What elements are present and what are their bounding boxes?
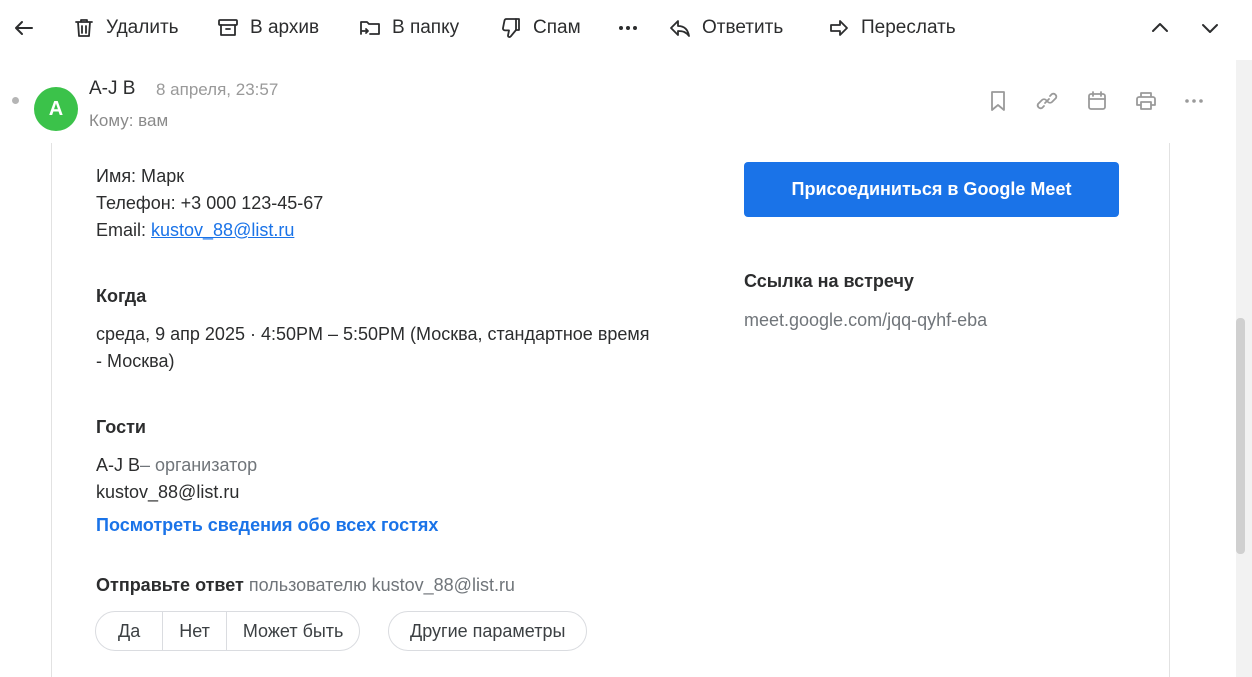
contact-phone: Телефон: +3 000 123-45-67 — [96, 193, 324, 213]
more-icon — [619, 26, 637, 30]
forward-label: Переслать — [861, 17, 956, 38]
email-link[interactable]: kustov_88@list.ru — [151, 220, 294, 240]
when-line-1: среда, 9 апр 2025 · 4:50PM – 5:50PM (Мос… — [96, 324, 650, 344]
forward-icon — [830, 20, 848, 36]
back-button[interactable] — [10, 12, 38, 44]
guest-1-name: A-J B — [96, 455, 141, 475]
reply-label: Ответить — [702, 17, 784, 38]
spam-label: Спам — [533, 17, 581, 38]
rsvp-maybe-button[interactable]: Может быть — [225, 612, 360, 650]
recipient-line[interactable]: Кому: вам — [89, 111, 168, 131]
reply-button[interactable]: Ответить — [668, 12, 783, 44]
more-icon — [1185, 99, 1203, 103]
view-all-guests-link[interactable]: Посмотреть сведения обо всех гостях — [96, 515, 438, 536]
calendar-icon — [1088, 91, 1106, 110]
scrollbar-thumb[interactable] — [1236, 318, 1245, 554]
contact-name: Имя: Марк — [96, 166, 185, 186]
archive-button[interactable]: В архив — [216, 12, 319, 44]
rsvp-yes-button[interactable]: Да — [96, 612, 162, 650]
forward-button[interactable]: Переслать — [827, 12, 956, 44]
message-date: 8 апреля, 23:57 — [156, 80, 279, 99]
reply-prompt: Отправьте ответ пользователю kustov_88@l… — [96, 575, 515, 596]
contact-email-line: Email: kustov_88@list.ru — [96, 220, 294, 241]
email-label: Email: — [96, 220, 152, 240]
chevron-up-icon — [1152, 23, 1168, 32]
toolbar: Удалить В архив В папку Спам Ответить Пе… — [0, 0, 1252, 56]
folder-move-icon — [360, 21, 380, 35]
when-heading: Когда — [96, 286, 147, 306]
meeting-link-url[interactable]: meet.google.com/jqq-qyhf-eba — [744, 310, 987, 331]
archive-label: В архив — [250, 17, 320, 38]
when-line-2: - Москва) — [96, 351, 175, 371]
more-actions-button[interactable] — [614, 12, 642, 44]
reply-heading: Отправьте ответ — [96, 575, 244, 595]
meeting-link-heading: Ссылка на встречу — [744, 271, 914, 291]
next-message-button[interactable] — [1196, 12, 1224, 44]
print-button[interactable] — [1132, 87, 1160, 115]
guests-heading: Гости — [96, 417, 146, 437]
add-to-calendar-button[interactable] — [1083, 87, 1111, 115]
avatar[interactable]: A — [34, 87, 78, 131]
guest-1-role: – организатор — [140, 455, 258, 475]
bookmark-icon — [991, 91, 1005, 111]
rsvp-other-options-button[interactable]: Другие параметры — [388, 611, 588, 651]
delete-label: Удалить — [106, 17, 179, 38]
join-google-meet-button[interactable]: Присоединиться в Google Meet — [744, 162, 1119, 217]
link-icon — [1036, 92, 1058, 110]
delete-button[interactable]: Удалить — [72, 12, 179, 44]
folder-label: В папку — [392, 17, 460, 38]
print-icon — [1136, 92, 1156, 110]
chevron-down-icon — [1202, 24, 1218, 33]
previous-message-button[interactable] — [1146, 12, 1174, 44]
guest-organizer: A-J B– организатор — [96, 455, 257, 476]
rsvp-group: Да Нет Может быть — [95, 611, 361, 651]
bookmark-button[interactable] — [984, 87, 1012, 115]
spam-button[interactable]: Спам — [499, 12, 581, 44]
more-header-button[interactable] — [1180, 87, 1208, 115]
reply-to: пользователю kustov_88@list.ru — [248, 575, 515, 595]
unread-dot — [12, 97, 19, 104]
reply-icon — [670, 20, 690, 37]
arrow-left-icon — [15, 21, 33, 35]
copy-link-button[interactable] — [1033, 87, 1061, 115]
rsvp-no-button[interactable]: Нет — [162, 612, 226, 650]
move-to-folder-button[interactable]: В папку — [358, 12, 459, 44]
archive-icon — [218, 19, 238, 36]
thumbs-down-icon — [502, 18, 520, 38]
trash-icon — [75, 19, 93, 37]
sender-name[interactable]: A-J B — [89, 78, 135, 100]
guest-2: kustov_88@list.ru — [96, 482, 240, 502]
